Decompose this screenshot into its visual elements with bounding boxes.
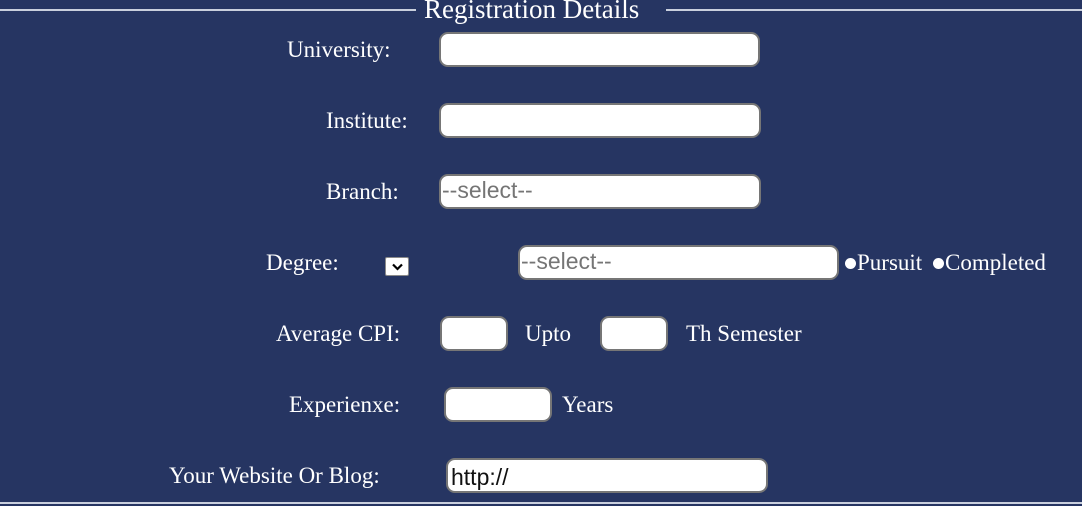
fieldset-legend: Registration Details bbox=[424, 0, 640, 24]
degree-select-value: --select-- bbox=[521, 248, 612, 274]
pursuit-radio-label: Pursuit bbox=[857, 250, 923, 275]
upto-label: Upto bbox=[525, 321, 571, 346]
cpi-label: Average CPI: bbox=[276, 321, 401, 346]
fieldset-border-top-right bbox=[666, 9, 1082, 11]
cpi-input[interactable] bbox=[440, 316, 508, 351]
branch-select-value: --select-- bbox=[442, 177, 533, 203]
semester-input[interactable] bbox=[600, 316, 668, 351]
experience-label: Experienxe: bbox=[289, 392, 401, 417]
years-label: Years bbox=[562, 392, 614, 417]
chevron-down-icon bbox=[392, 263, 403, 271]
degree-select[interactable]: --select-- bbox=[518, 245, 839, 280]
institute-input[interactable] bbox=[439, 103, 761, 138]
branch-select[interactable]: --select-- bbox=[439, 174, 761, 209]
completed-radio-label: Completed bbox=[945, 250, 1046, 275]
pursuit-radio[interactable] bbox=[845, 258, 856, 269]
university-input[interactable] bbox=[439, 32, 760, 67]
website-input[interactable] bbox=[446, 458, 768, 493]
institute-label: Institute: bbox=[326, 108, 408, 133]
degree-label: Degree: bbox=[266, 250, 339, 275]
degree-dropdown-toggle[interactable] bbox=[385, 257, 409, 276]
experience-input[interactable] bbox=[444, 387, 552, 422]
website-label: Your Website Or Blog: bbox=[169, 463, 380, 488]
semester-suffix-label: Th Semester bbox=[686, 321, 802, 346]
fieldset-border-bottom bbox=[0, 502, 1082, 504]
completed-radio[interactable] bbox=[933, 258, 944, 269]
university-label: University: bbox=[287, 37, 391, 62]
fieldset-border-top-left bbox=[0, 9, 416, 11]
branch-label: Branch: bbox=[326, 179, 399, 204]
